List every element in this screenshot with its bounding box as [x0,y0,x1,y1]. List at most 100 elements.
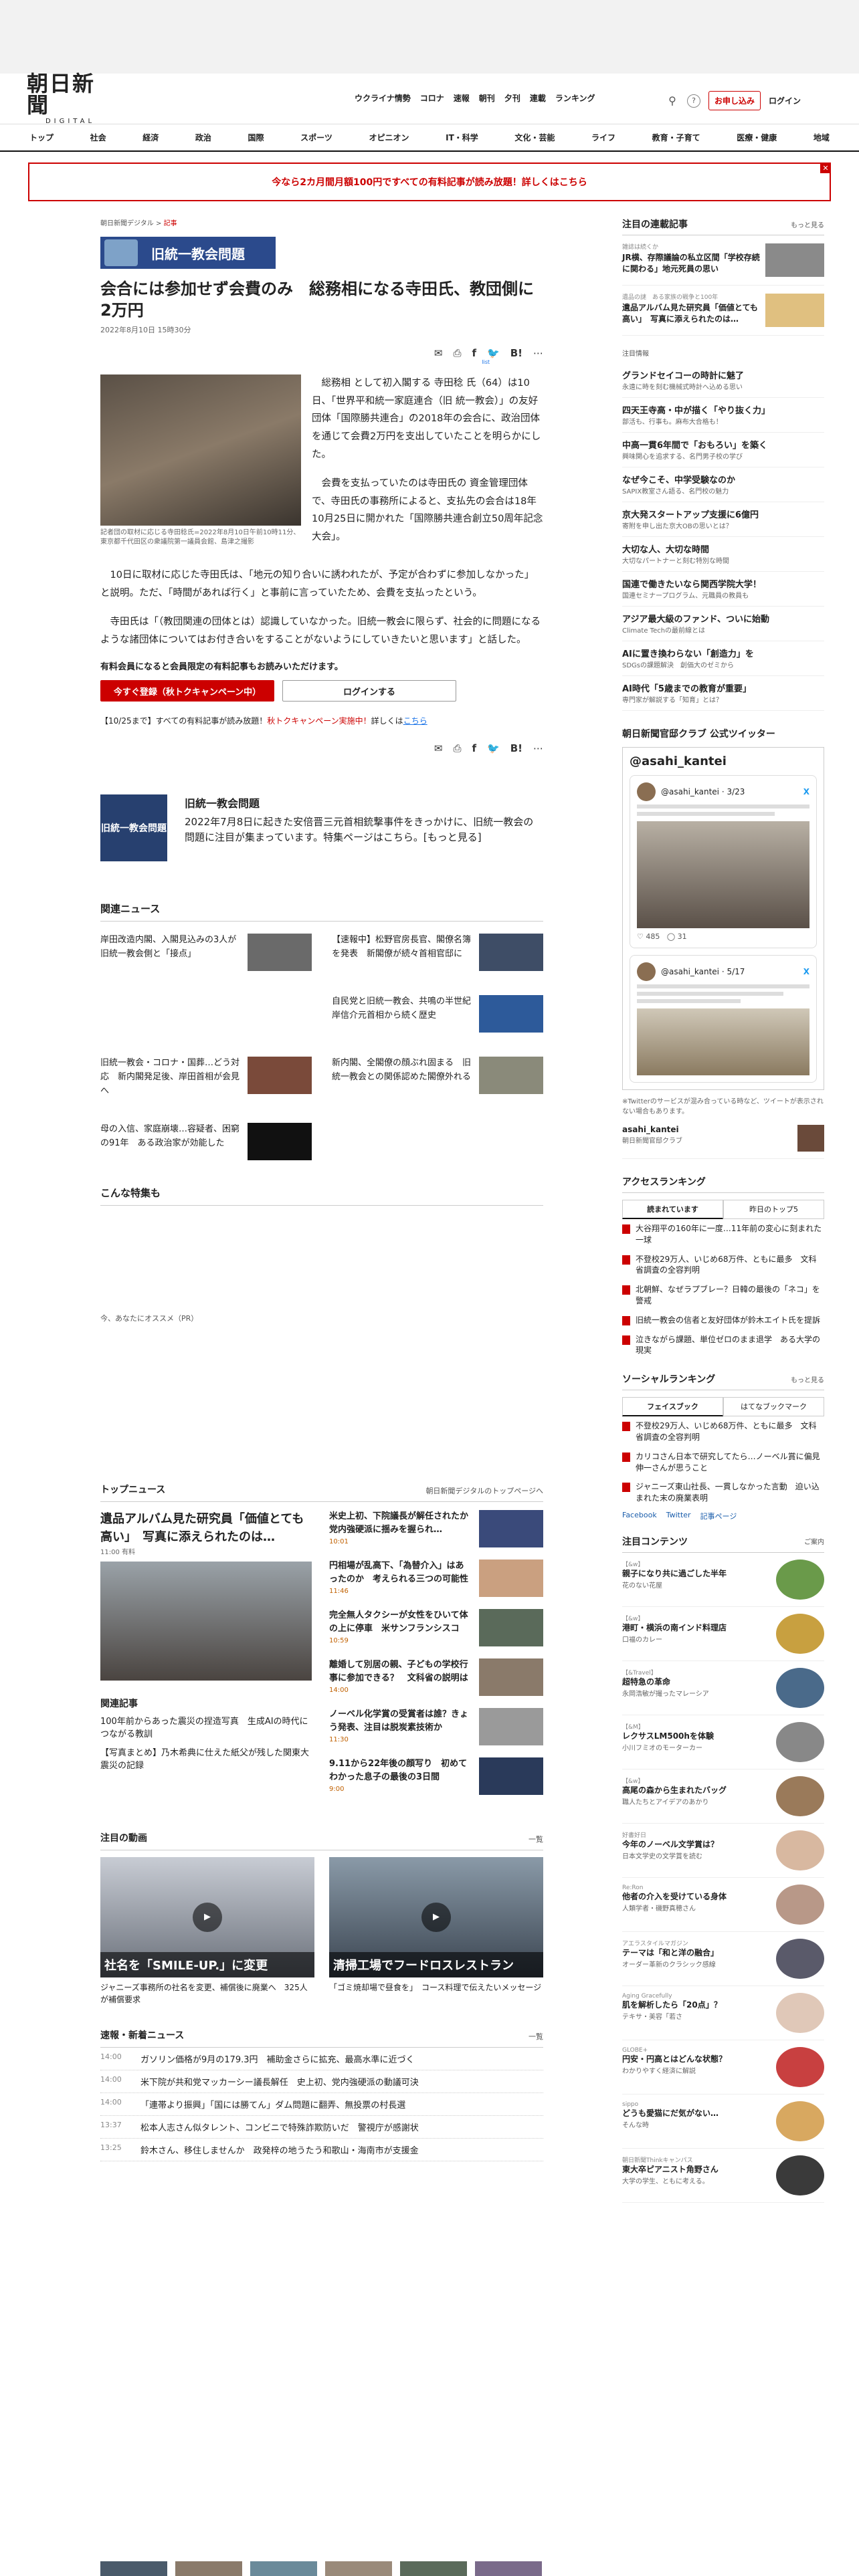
social-item[interactable]: 不登校29万人、いじめ68万件、ともに最多 文科省調査の全容判明 [622,1416,824,1447]
related-item[interactable]: 自民党と旧統一教会、共鳴の半世紀 岸信介元首相から続く歴史 [332,983,543,1045]
mail-icon[interactable]: ✉ [434,347,443,359]
content-item[interactable]: 【&M】 レクサスLM500hを体験 小川フミオのモーターカー [622,1715,824,1769]
cat-it-science[interactable]: IT・科学 [446,132,478,143]
more-icon[interactable]: ⋯ [533,347,543,359]
login-button[interactable]: ログインする [282,680,456,702]
content-item[interactable]: 【&w】 港町・横浜の南インド料理店 口福のカレー [622,1607,824,1661]
flash-item[interactable]: 13:37 松本人志さん似タレント、コンビニで特殊詐欺防いだ 警視庁が感謝状 [100,2116,543,2139]
feature-box[interactable]: 旧統一教会問題 旧統一教会問題 2022年7月8日に起きた安倍晋三元首相銃撃事件… [100,794,543,862]
ranking-title[interactable]: アクセスランキング [622,1175,706,1188]
cat-education[interactable]: 教育・子育て [652,132,700,143]
series-item[interactable]: 遺品の謎 ある家族の戦争と100年 遺品アルバム見た研究員「価値とても高い」 写真… [622,286,824,336]
nav-evening[interactable]: 夕刊 [504,92,520,104]
article-page-link[interactable]: 記事ページ [700,1511,737,1521]
cat-life[interactable]: ライフ [591,132,615,143]
register-button[interactable]: 今すぐ登録（秋トクキャンペーン中） [100,680,274,702]
content-more[interactable]: ご案内 [804,1536,824,1546]
related-item[interactable]: 新内閣、全閣僚の顔ぶれ固まる 旧統一教会との関係認めた閣僚外れる [332,1045,543,1110]
related-item[interactable]: 母の入信、家庭崩壊…容疑者、困窮の91年 ある政治家が効能した [100,1111,312,1172]
social-title[interactable]: ソーシャルランキング [622,1372,715,1386]
content-item[interactable]: Re:Ron 他者の介入を受けている身体 人類学者・磯野真穂さん [622,1878,824,1932]
content-item[interactable]: 好書好日 今年のノーベル文学賞は？ 日本文学史の文学賞を読む [622,1824,824,1878]
tweet[interactable]: @asahi_kantei · 5/17 X [630,955,817,1083]
feature-title[interactable]: 旧統一教会問題 [185,794,543,811]
x-logo-icon[interactable]: X [803,787,809,796]
ranking-item[interactable]: 大谷翔平の160年に一度…11年前の変心に刻まれた一球 [622,1219,824,1250]
facebook-icon[interactable]: f [472,347,477,359]
cat-opinion[interactable]: オピニオン [369,132,409,143]
mail-icon[interactable]: ✉ [434,742,443,754]
content-item[interactable]: sippo どうも愛猫にだ気がない… そんな時 [622,2095,824,2149]
subscribe-button[interactable]: お申し込み [708,91,761,110]
ad-item[interactable]: なぜ今こそ、中学受験なのか SAPIX教室さん語る、名門校の魅力 [622,467,824,502]
ad-item[interactable]: 四天王寺高・中が描く「やり抜く力」 部活も、行事も。麻布大合格も！ [622,398,824,433]
related-item[interactable]: 旧統一教会・コロナ・国葬…どう対応 新内閣発足後、岸田首相が会見へ [100,1045,312,1110]
flash-item[interactable]: 14:00 ガソリン価格が9月の179.3円 補助金さらに拡充、最高水準に近づく [100,2048,543,2070]
ranking-item[interactable]: 旧統一教会の信者と友好団体が鈴木エイト氏を提訴 [622,1311,824,1330]
flash-item[interactable]: 14:00 米下院が共和党マッカーシー議長解任 史上初、党内強硬派の動議可決 [100,2070,543,2093]
photo-image[interactable] [100,374,301,526]
tab-hatena[interactable]: はてなブックマーク [723,1397,824,1417]
x-logo-icon[interactable]: X [803,967,809,976]
twitter-icon[interactable]: 🐦 [487,347,500,359]
social-item[interactable]: ジャニーズ東山社長、一貫しなかった言動 迫い込まれた末の廃業表明 [622,1477,824,1508]
news-item[interactable]: 米史上初、下院議長が解任されたか 党内強硬派に揺みを握られ… 10:01 [329,1509,543,1547]
facebook-link[interactable]: Facebook [622,1511,657,1521]
series-more[interactable]: もっと見る [791,219,824,229]
play-icon[interactable]: ▶ [421,1902,451,1932]
tab-facebook[interactable]: フェイスブック [622,1397,723,1417]
ranking-item[interactable]: 泣きながら課題、単位ゼロのまま退学 ある大学の現実 [622,1330,824,1361]
related-item[interactable]: 岸田改造内閣、入閣見込みの3人が旧統一教会側と「接点」 [100,922,312,983]
social-more[interactable]: もっと見る [791,1374,824,1384]
close-icon[interactable]: ✕ [820,163,831,173]
related-item[interactable]: 【速報中】松野官房長官、閣僚名簿を発表 新閣僚が続々首相官邸に [332,922,543,983]
series-item[interactable]: 雑誌は続くか JR横、存際議論の私立区間「学校存続に関わる」地元死員の思い [622,235,824,286]
video-more[interactable]: 一覧 [529,1834,543,1844]
series-title[interactable]: 注目の連載記事 [622,217,688,231]
ad-item[interactable]: 京大発スタートアップ支援に6億円 寄附を申し出た京大OBの思いとは？ [622,502,824,537]
lead-image[interactable] [100,1561,312,1681]
news-item[interactable]: 離婚して別居の親、子どもの学校行事に参加できる？ 文科省の説明は 14:00 [329,1658,543,1696]
search-icon[interactable]: ⚲ [666,94,679,108]
cat-sports[interactable]: スポーツ [300,132,332,143]
content-item[interactable]: Aging Gracefully 肌を解析したら「20点」？ テキサ・美容「若さ [622,1986,824,2040]
flash-more[interactable]: 一覧 [529,2031,543,2042]
nav-ukraine[interactable]: ウクライナ情勢 [355,92,411,104]
cat-health[interactable]: 医療・健康 [737,132,777,143]
twitter-account[interactable]: asahi_kantei 朝日新聞官邸クラブ [622,1125,824,1159]
content-item[interactable]: 朝日新聞Thinkキャンパス 東大卒ピアニスト角野さん 大学の学生、ともに考える。 [622,2149,824,2203]
help-icon[interactable]: ? [687,94,700,108]
strip-thumb[interactable] [250,2561,317,2576]
content-item[interactable]: GLOBE+ 円安・円高とはどんな状態？ わかりやすく経済に解説 [622,2040,824,2095]
login-link[interactable]: ログイン [769,95,801,106]
breadcrumb-home[interactable]: 朝日新聞デジタル [100,220,154,227]
nav-series[interactable]: 連載 [530,92,546,104]
more-icon[interactable]: ⋯ [533,742,543,754]
related-article[interactable]: 100年前からあった震災の捏造写真 生成AIの時代につながる教訓 [100,1715,312,1741]
nav-corona[interactable]: コロナ [420,92,444,104]
social-item[interactable]: カリコさん日本で研究してたら…ノーベル賞に偏見伸一さんが思うこと [622,1447,824,1478]
video-thumb[interactable]: ▶ 清掃工場でフードロスレストラン [329,1856,543,1977]
lead-headline[interactable]: 遺品アルバム見た研究員「価値とても高い」 写真に添えられたのは… [100,1510,312,1546]
nav-morning[interactable]: 朝刊 [479,92,495,104]
cat-culture[interactable]: 文化・芸能 [514,132,555,143]
campaign-banner[interactable]: 今なら2カ月間月額100円ですべての有料記事が読み放題！詳しくはこちら ✕ [28,163,831,201]
strip-thumb[interactable] [325,2561,392,2576]
ranking-item[interactable]: 北朝鮮、なぜラプブレー？日韓の最後の「ネコ」を警戒 [622,1280,824,1311]
ad-item[interactable]: 大切な人、大切な時間 大切なパートナーと刻む特別な時間 [622,537,824,572]
video-item[interactable]: ▶ 社名を「SMILE-UP.」に変更 ジャニーズ事務所の社名を変更、補償後に廃… [100,1856,314,2006]
ad-item[interactable]: 中高一貫6年間で「おもろい」を築く 興味関心を追求する、名門男子校の学び [622,433,824,467]
cat-economy[interactable]: 経済 [142,132,159,143]
tweet-image[interactable] [637,1008,809,1075]
play-icon[interactable]: ▶ [193,1902,222,1932]
cat-top[interactable]: トップ [29,132,54,143]
ad-item[interactable]: AI時代「5歳までの教育が重要」 専門家が解説する「知育」とは？ [622,676,824,711]
twitter-link[interactable]: Twitter [666,1511,691,1521]
content-item[interactable]: 【&w】 高尾の森から生まれたバッグ 職人たちとアイデアのあかり [622,1769,824,1824]
strip-thumb[interactable] [400,2561,467,2576]
twitter-icon[interactable]: 🐦 [487,742,500,754]
facebook-icon[interactable]: f [472,742,477,754]
strip-thumb[interactable] [175,2561,242,2576]
ad-item[interactable]: 国連で働きたいなら関西学院大学！ 国連セミナープログラム、元職員の教員も [622,572,824,607]
cat-international[interactable]: 国際 [248,132,264,143]
